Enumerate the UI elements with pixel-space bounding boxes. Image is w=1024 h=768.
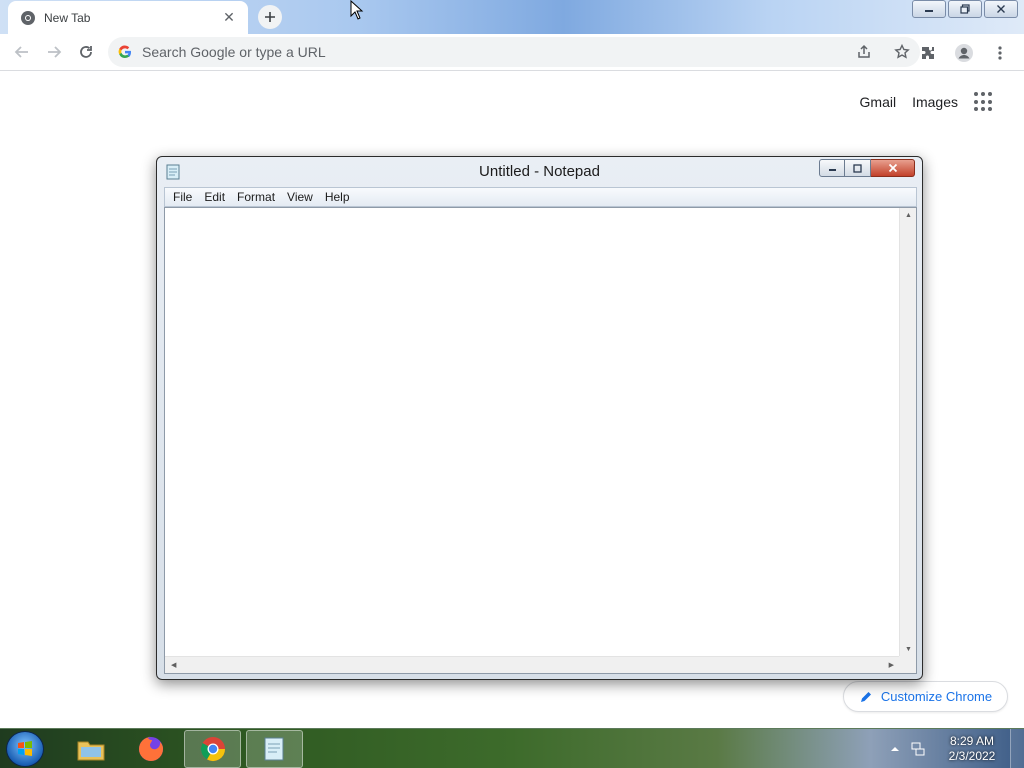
avatar-icon [955,44,973,62]
kebab-menu-icon [998,46,1002,60]
forward-button[interactable] [38,36,70,68]
minimize-icon [925,10,933,12]
scroll-up-arrow-icon[interactable]: ▲ [905,212,912,219]
mouse-cursor-icon [350,0,364,20]
gmail-link[interactable]: Gmail [860,94,897,110]
customize-label: Customize Chrome [880,689,993,704]
forward-arrow-icon [48,46,62,58]
taskbar-notepad[interactable] [246,730,303,768]
close-icon [888,163,897,173]
plus-icon [258,5,282,29]
omnibox[interactable] [108,37,920,67]
new-tab-button[interactable] [256,4,284,30]
show-hidden-icons-icon[interactable] [890,744,900,754]
tab-title: New Tab [44,10,91,25]
google-g-icon [118,45,131,59]
taskbar-chrome[interactable] [184,730,241,768]
start-button[interactable] [6,731,44,767]
clock-time: 8:29 AM [949,734,995,748]
chrome-favicon-icon [20,10,36,26]
chrome-restore-button[interactable] [948,0,982,18]
reload-button[interactable] [70,36,102,68]
taskbar-clock[interactable]: 8:29 AM 2/3/2022 [934,734,1010,764]
notepad-window-controls [819,159,915,177]
back-arrow-icon [14,46,28,58]
scroll-down-arrow-icon[interactable]: ▼ [905,646,912,653]
google-apps-icon[interactable] [974,92,994,112]
bookmark-star-icon[interactable] [894,44,910,60]
firefox-icon [138,736,163,761]
menu-edit[interactable]: Edit [198,190,231,204]
resize-grip-icon[interactable] [899,656,916,673]
chrome-toolbar [0,34,1024,71]
notepad-edit-area: ▲ ▼ ◀ ▶ [164,207,917,674]
notepad-text-input[interactable] [165,208,900,657]
notepad-title: Untitled - Notepad [479,163,600,180]
omnibox-input[interactable] [142,44,856,60]
omnibox-actions [856,44,910,60]
toolbar-right [912,37,1016,69]
taskbar-firefox[interactable] [122,730,179,768]
windows-taskbar: 8:29 AM 2/3/2022 [0,728,1024,768]
pencil-icon [860,691,871,702]
notepad-icon [264,737,283,761]
menu-view[interactable]: View [281,190,319,204]
chrome-menu-button[interactable] [984,37,1016,69]
chrome-icon [200,737,225,762]
chrome-close-button[interactable] [984,0,1018,18]
system-tray: 8:29 AM 2/3/2022 [890,729,1024,768]
ntp-header-links: Gmail Images [860,92,994,112]
horizontal-scrollbar[interactable]: ◀ ▶ [165,656,900,673]
notepad-close-button[interactable] [871,159,915,177]
vertical-scrollbar[interactable]: ▲ ▼ [899,208,916,657]
show-desktop-button[interactable] [1010,729,1024,768]
notepad-window[interactable]: Untitled - Notepad File Edit Format View… [156,156,923,680]
notepad-maximize-button[interactable] [845,159,871,177]
tab-new-tab[interactable]: New Tab ✕ [8,1,248,34]
chrome-minimize-button[interactable] [912,0,946,18]
minimize-icon [828,168,836,171]
notepad-menubar: File Edit Format View Help [164,187,917,207]
puzzle-icon [922,47,934,59]
clock-date: 2/3/2022 [948,749,996,763]
chrome-window-controls [910,0,1018,20]
chrome-tab-strip: New Tab ✕ [0,0,1024,34]
notepad-titlebar[interactable]: Untitled - Notepad [157,157,922,187]
reload-icon [80,46,92,58]
network-icon[interactable] [910,741,926,757]
maximize-icon [853,163,862,173]
back-button[interactable] [6,36,38,68]
extensions-button[interactable] [912,37,944,69]
restore-icon [960,4,970,14]
share-icon[interactable] [856,44,872,60]
scroll-left-arrow-icon[interactable]: ◀ [171,661,176,669]
close-icon [997,5,1005,13]
taskbar-explorer[interactable] [62,730,119,768]
menu-file[interactable]: File [167,190,198,204]
windows-logo-icon [18,741,32,756]
tab-close-icon[interactable]: ✕ [220,9,238,26]
menu-format[interactable]: Format [231,190,281,204]
menu-help[interactable]: Help [319,190,356,204]
customize-chrome-button[interactable]: Customize Chrome [843,681,1008,712]
explorer-icon [77,741,104,761]
notepad-minimize-button[interactable] [819,159,845,177]
scroll-right-arrow-icon[interactable]: ▶ [889,661,894,669]
images-link[interactable]: Images [912,94,958,110]
profile-button[interactable] [948,37,980,69]
